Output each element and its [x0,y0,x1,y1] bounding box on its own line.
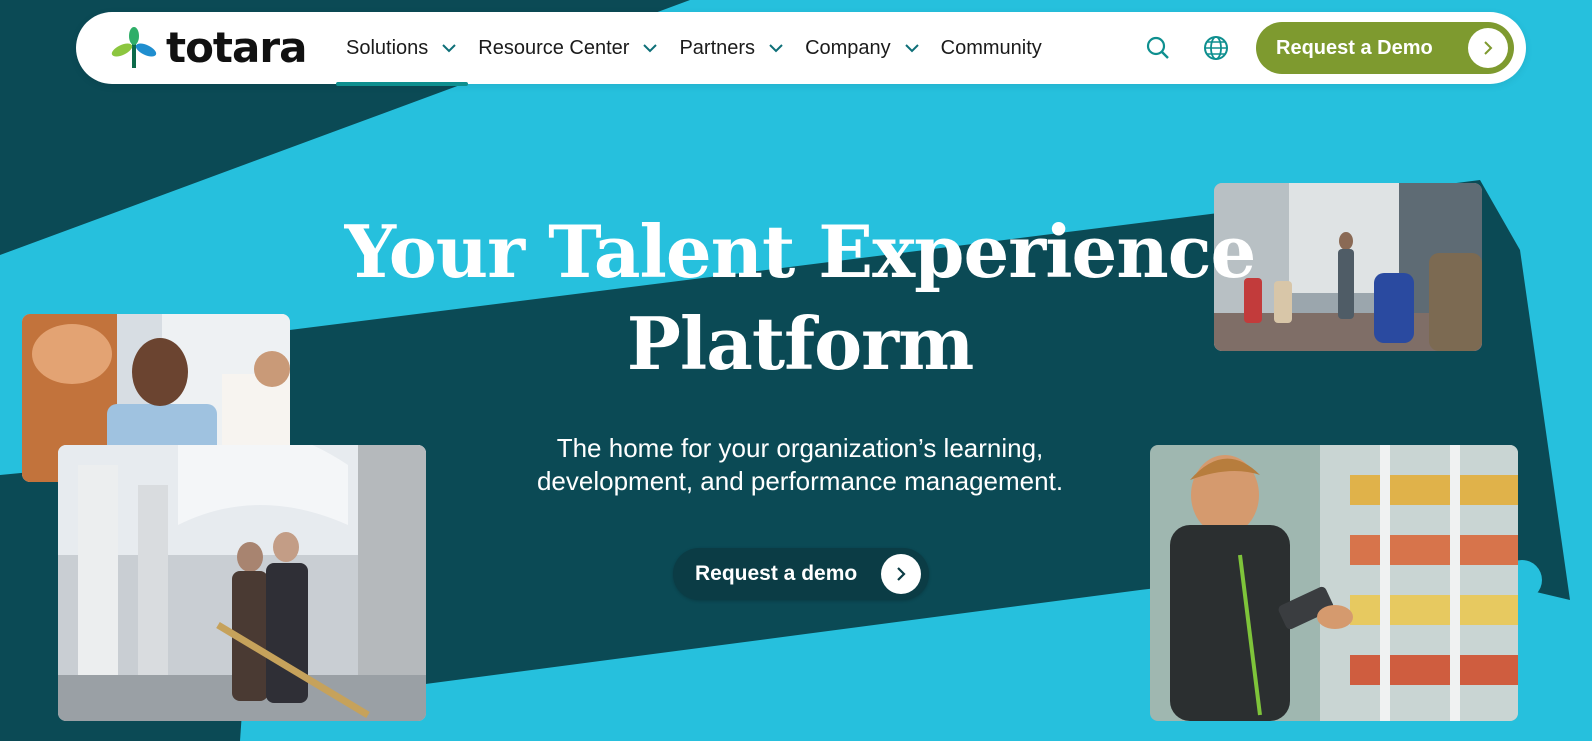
nav-item-resource-center[interactable]: Resource Center [468,12,669,84]
grocery-scanner-photo [1150,445,1518,721]
hero-request-demo-button[interactable]: Request a demo [673,548,929,600]
logo-wordmark: totara [166,23,307,72]
nav-item-community[interactable]: Community [931,12,1052,84]
nav-item-solutions[interactable]: Solutions [336,12,469,86]
search-icon[interactable] [1144,34,1172,62]
chevron-down-icon [643,44,658,53]
chevron-down-icon [769,44,783,53]
chevron-right-icon [897,567,906,581]
globe-icon[interactable] [1202,34,1230,62]
chevron-down-icon [904,44,919,53]
hero-subtitle: The home for your organization’s learnin… [470,432,1130,498]
capitol-building-photo [58,445,426,721]
request-demo-label: Request a Demo [1276,36,1433,59]
nav-item-partners[interactable]: Partners [669,12,795,84]
nav-item-label: Solutions [346,36,429,59]
subtitle-line-2: development, and performance management. [536,466,1064,496]
nav-item-label: Community [940,36,1042,59]
top-navigation-bar: totara Solutions Resource Center Partner… [76,12,1526,86]
nav-item-label: Resource Center [478,36,630,59]
chevron-down-icon [442,44,456,53]
nav-item-label: Company [805,36,891,59]
subtitle-line-1: The home for your organization’s learnin… [556,433,1044,463]
main-menu: Solutions Resource Center Partners Compa… [336,12,1052,86]
arrow-circle [881,554,921,594]
nav-item-company[interactable]: Company [795,12,931,84]
hero-section: totara Solutions Resource Center Partner… [0,0,1592,741]
headline-line-1: Your Talent Experience [344,209,1257,294]
hero-request-demo-label: Request a demo [695,562,858,585]
arrow-circle [1468,28,1508,68]
leaf-logo-icon [111,27,157,69]
chevron-right-icon [1484,41,1493,55]
hero-headline: Your Talent Experience Platform [330,206,1270,390]
nav-item-label: Partners [679,36,756,59]
headline-line-2: Platform [626,301,975,386]
totara-logo[interactable]: totara [110,23,307,72]
request-demo-button[interactable]: Request a Demo [1256,22,1514,74]
